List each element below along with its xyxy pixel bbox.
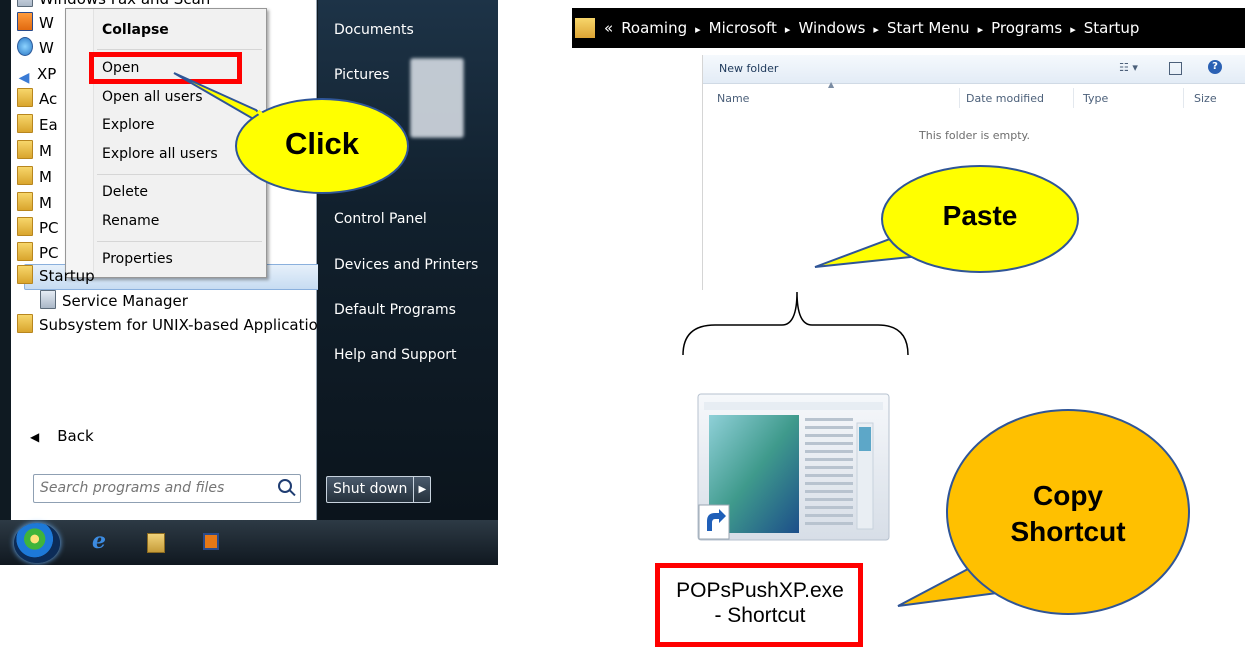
program-item[interactable]: Startup: [17, 265, 95, 288]
curly-brace: [682, 291, 909, 356]
annotation-layer: [173, 72, 1190, 615]
copy-shortcut-callout-text: Copy Shortcut: [947, 478, 1189, 550]
application-shortcut-icon[interactable]: [697, 393, 890, 541]
shortcut-highlight-box: [655, 563, 863, 647]
paste-callout-text: Paste: [942, 200, 1018, 231]
copy-callout-line2: Shortcut: [1010, 516, 1126, 547]
program-label: Startup: [39, 267, 95, 285]
folder-icon: [17, 265, 33, 284]
click-callout-text: Click: [284, 126, 360, 161]
copy-callout-line1: Copy: [1033, 480, 1103, 511]
